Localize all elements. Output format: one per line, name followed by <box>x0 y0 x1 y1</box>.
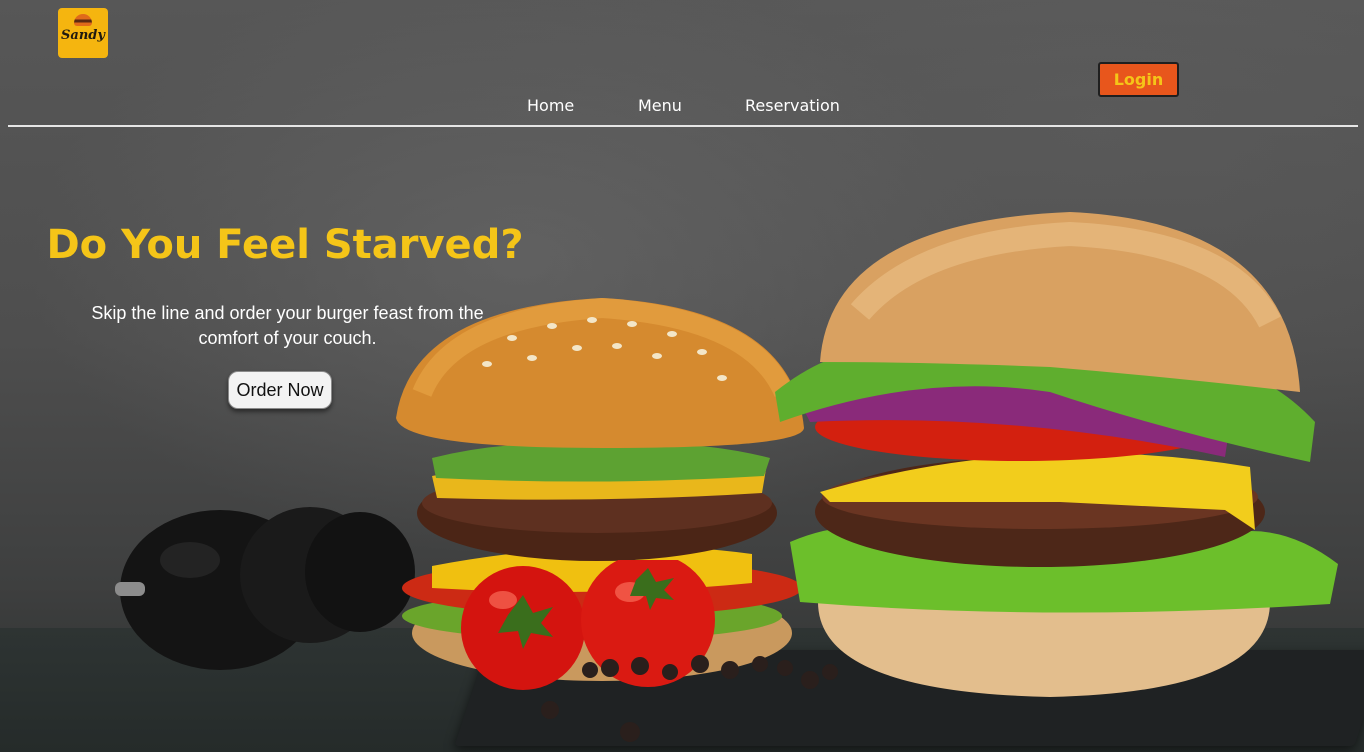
hero-headline: Do You Feel Starved? <box>46 222 524 268</box>
login-button[interactable]: Login <box>1098 62 1179 97</box>
nav-home-link[interactable]: Home <box>527 96 574 115</box>
pepper-mill-image <box>115 507 415 670</box>
nav-divider <box>8 125 1358 127</box>
logo-text: Sandy <box>61 28 105 43</box>
brand-logo[interactable]: Sandy <box>58 8 108 58</box>
nav-reservation-link[interactable]: Reservation <box>745 96 840 115</box>
burger-icon <box>74 14 92 26</box>
hero-subtitle: Skip the line and order your burger feas… <box>91 303 484 348</box>
nav-menu-link[interactable]: Menu <box>638 96 682 115</box>
burger-front-image <box>775 212 1338 697</box>
peppercorns-image <box>541 655 838 742</box>
order-now-button[interactable]: Order Now <box>228 371 332 409</box>
main-nav: Home Menu Reservation <box>0 96 1364 118</box>
